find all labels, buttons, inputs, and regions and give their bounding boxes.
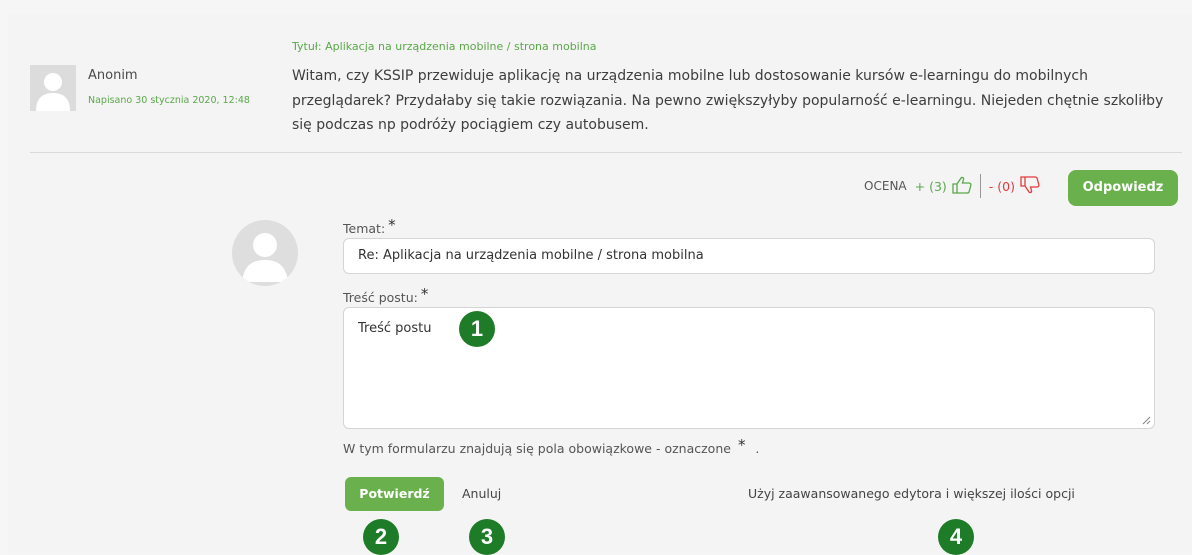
textarea-text: Treść postu — [358, 321, 432, 336]
body-label-text: Treść postu: — [343, 290, 418, 305]
note-text: W tym formularzu znajdują się pola obowi… — [343, 441, 731, 456]
callout-badge-2: 2 — [363, 519, 399, 555]
cancel-link[interactable]: Anuluj — [462, 486, 501, 501]
post-body: Witam, czy KSSIP przewiduje aplikację na… — [292, 68, 1164, 133]
advanced-editor-link[interactable]: Użyj zaawansowanego edytora i większej i… — [748, 486, 1075, 501]
avatar-placeholder-icon — [36, 73, 70, 111]
note-end: . — [755, 441, 760, 456]
subject-label-text: Temat: — [343, 221, 386, 236]
thumbs-down-icon[interactable] — [1020, 175, 1040, 197]
thumbs-up-icon[interactable] — [952, 176, 972, 197]
callout-badge-4: 4 — [938, 519, 974, 555]
post-author: Anonim — [88, 68, 138, 83]
subject-label: Temat: * — [343, 216, 396, 236]
post-date: Napisano 30 stycznia 2020, 12:48 — [88, 95, 250, 106]
callout-badge-1: 1 — [459, 311, 495, 347]
callout-badge-3: 3 — [469, 519, 505, 555]
required-mark: * — [388, 216, 396, 234]
author-avatar — [30, 65, 76, 111]
reply-button[interactable]: Odpowiedz — [1068, 170, 1178, 206]
rating-minus-count: - (0) — [988, 178, 1015, 194]
rating-plus-count: + (3) — [914, 178, 947, 194]
rating-bar: OCENA + (3) - (0) — [864, 174, 1040, 198]
avatar-placeholder-icon — [242, 233, 288, 282]
required-mark: * — [420, 285, 429, 303]
note-required-mark: * — [737, 436, 746, 454]
post-title: Tytuł: Aplikacja na urządzenia mobilne /… — [292, 40, 597, 53]
rating-label: OCENA — [864, 179, 907, 193]
body-label: Treść postu: * — [343, 285, 428, 305]
divider — [30, 152, 1182, 153]
resize-handle-icon[interactable] — [1141, 415, 1151, 425]
reply-avatar — [232, 220, 298, 286]
subject-input[interactable]: Re: Aplikacja na urządzenia mobilne / st… — [343, 238, 1155, 274]
confirm-button[interactable]: Potwierdź — [345, 477, 444, 511]
rating-separator — [979, 174, 981, 198]
required-fields-note: W tym formularzu znajdują się pola obowi… — [343, 436, 759, 456]
